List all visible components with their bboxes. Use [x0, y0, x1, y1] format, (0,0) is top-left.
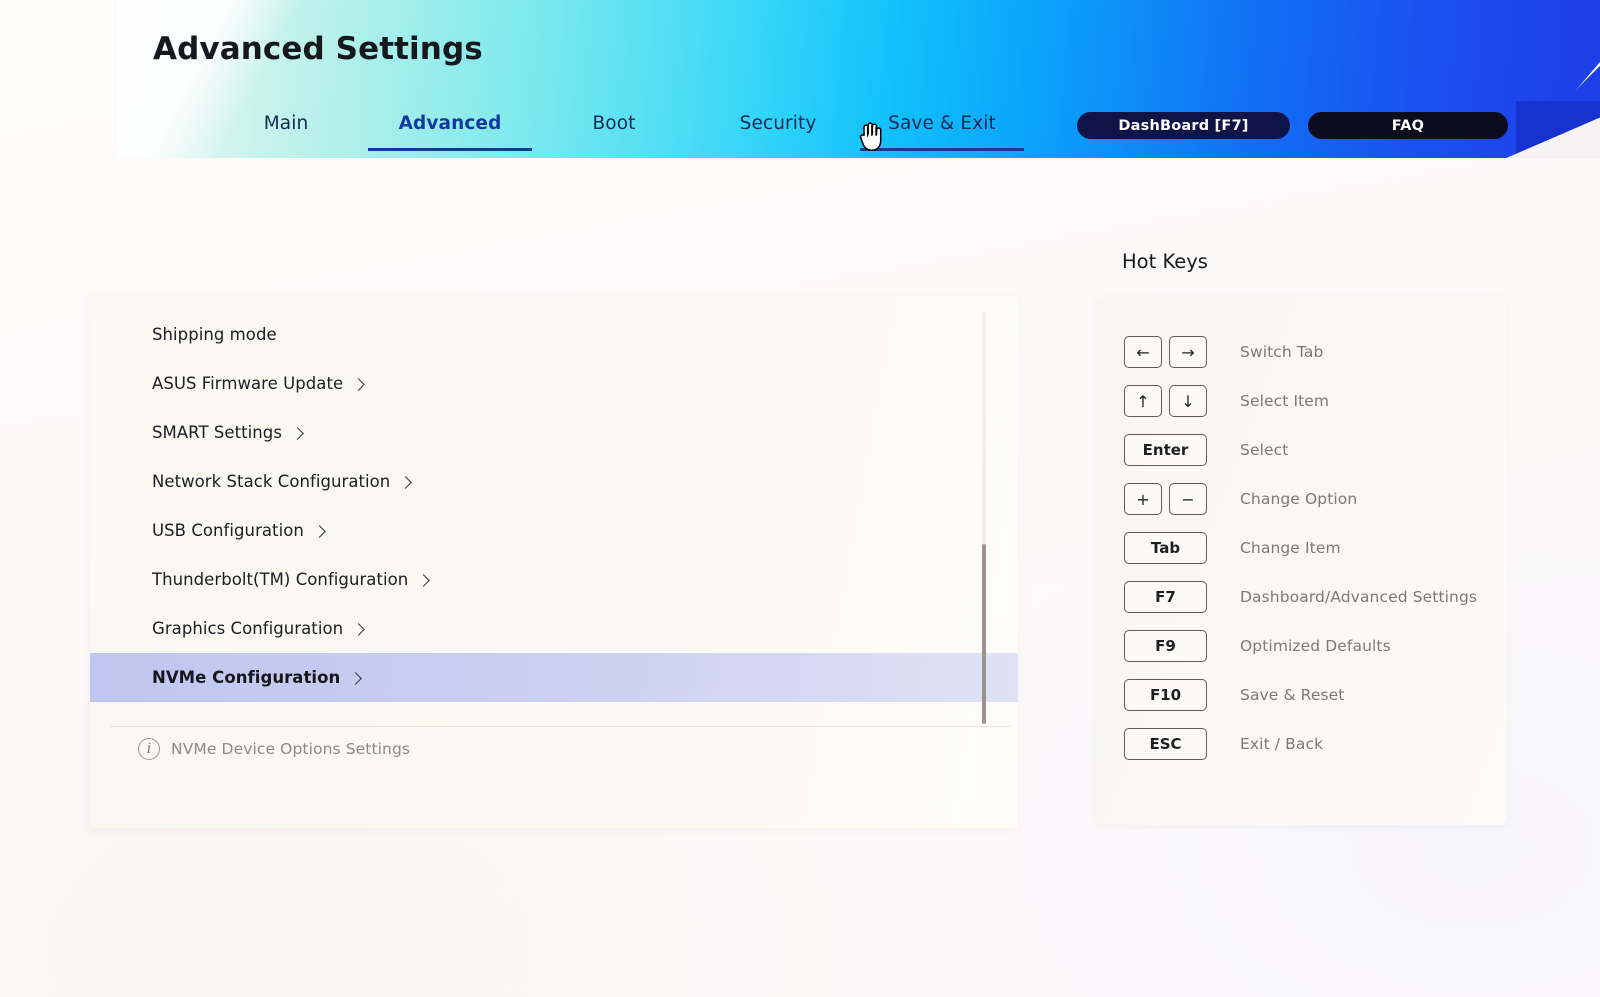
info-circle-icon: i: [138, 738, 160, 760]
menu-item-label: USB Configuration: [152, 521, 304, 540]
menu-item-thunderbolt-configuration[interactable]: Thunderbolt(TM) Configuration: [90, 555, 1018, 604]
tab-bar: Main Advanced Boot Security Save & Exit: [204, 104, 1024, 158]
chevron-right-icon: [349, 671, 362, 686]
faq-button-label: FAQ: [1391, 117, 1425, 134]
info-description: NVMe Device Options Settings: [171, 740, 411, 758]
hotkey-description: Dashboard/Advanced Settings: [1240, 588, 1478, 606]
key-f10[interactable]: F10: [1124, 679, 1207, 711]
menu-item-label: Graphics Configuration: [152, 619, 344, 638]
dashboard-button[interactable]: DashBoard [F7]: [1077, 112, 1290, 139]
menu-item-label: Shipping mode: [152, 325, 277, 344]
menu-item-smart-settings[interactable]: SMART Settings: [90, 408, 1018, 457]
hotkey-row-change-option: + − Change Option: [1124, 483, 1357, 515]
key-arrow-right[interactable]: →: [1169, 336, 1207, 368]
menu-item-graphics-configuration[interactable]: Graphics Configuration: [90, 604, 1018, 653]
page-title: Advanced Settings: [153, 31, 483, 67]
settings-menu-list: Shipping mode ASUS Firmware Update SMART…: [90, 310, 1018, 702]
hotkey-description: Change Option: [1240, 490, 1358, 508]
hotkey-description: Change Item: [1240, 539, 1341, 557]
info-separator: [110, 726, 1012, 727]
app-header: Advanced Settings Main Advanced Boot Sec…: [118, 0, 1600, 158]
hotkeys-title: Hot Keys: [1122, 250, 1208, 273]
menu-item-asus-firmware-update[interactable]: ASUS Firmware Update: [90, 359, 1018, 408]
tab-label: Main: [263, 113, 309, 134]
hotkey-row-select: Enter Select: [1124, 434, 1288, 466]
menu-item-label: ASUS Firmware Update: [152, 374, 344, 393]
menu-item-nvme-configuration[interactable]: NVMe Configuration: [90, 653, 1018, 702]
hotkey-description: Optimized Defaults: [1240, 637, 1391, 655]
hotkey-description: Exit / Back: [1240, 735, 1324, 753]
hotkey-row-switch-tab: ← → Switch Tab: [1124, 336, 1323, 368]
hotkey-description: Save & Reset: [1240, 686, 1345, 704]
tab-save-and-exit[interactable]: Save & Exit: [860, 104, 1024, 158]
hotkey-row-f7: F7 Dashboard/Advanced Settings: [1124, 581, 1477, 613]
hotkeys-panel: ← → Switch Tab ↑ ↓ Select Item Enter Sel…: [1095, 297, 1507, 825]
chevron-right-icon: [352, 622, 365, 637]
chevron-right-icon: [352, 377, 365, 392]
key-enter[interactable]: Enter: [1124, 434, 1207, 466]
hotkey-row-esc: ESC Exit / Back: [1124, 728, 1323, 760]
key-arrow-down[interactable]: ↓: [1169, 385, 1207, 417]
hotkey-row-f10: F10 Save & Reset: [1124, 679, 1345, 711]
list-scrollbar-thumb[interactable]: [982, 544, 986, 724]
hotkey-row-f9: F9 Optimized Defaults: [1124, 630, 1391, 662]
info-bar: i NVMe Device Options Settings: [138, 738, 410, 760]
menu-item-label: Thunderbolt(TM) Configuration: [152, 570, 409, 589]
key-minus[interactable]: −: [1169, 483, 1207, 515]
key-f9[interactable]: F9: [1124, 630, 1207, 662]
faq-button[interactable]: FAQ: [1308, 112, 1508, 139]
key-f7[interactable]: F7: [1124, 581, 1207, 613]
hotkey-description: Select: [1240, 441, 1289, 459]
menu-item-shipping-mode[interactable]: Shipping mode: [90, 310, 1018, 359]
tab-security[interactable]: Security: [696, 104, 860, 158]
key-esc[interactable]: ESC: [1124, 728, 1207, 760]
tab-label: Security: [739, 113, 817, 134]
hotkey-description: Select Item: [1240, 392, 1330, 410]
settings-list-panel: Shipping mode ASUS Firmware Update SMART…: [90, 296, 1018, 828]
menu-item-network-stack-configuration[interactable]: Network Stack Configuration: [90, 457, 1018, 506]
chevron-right-icon: [399, 475, 412, 490]
key-tab[interactable]: Tab: [1124, 532, 1207, 564]
dashboard-button-label: DashBoard [F7]: [1118, 117, 1249, 134]
chevron-right-icon: [313, 524, 326, 539]
tab-label: Advanced: [398, 113, 502, 134]
menu-item-label: SMART Settings: [152, 423, 282, 442]
chevron-right-icon: [291, 426, 304, 441]
hotkey-row-change-item: Tab Change Item: [1124, 532, 1341, 564]
tab-advanced[interactable]: Advanced: [368, 104, 532, 158]
menu-item-label: Network Stack Configuration: [152, 472, 391, 491]
hotkey-row-select-item: ↑ ↓ Select Item: [1124, 385, 1329, 417]
menu-item-usb-configuration[interactable]: USB Configuration: [90, 506, 1018, 555]
chevron-right-icon: [417, 573, 430, 588]
key-arrow-left[interactable]: ←: [1124, 336, 1162, 368]
hotkey-description: Switch Tab: [1240, 343, 1324, 361]
key-arrow-up[interactable]: ↑: [1124, 385, 1162, 417]
key-plus[interactable]: +: [1124, 483, 1162, 515]
tab-label: Save & Exit: [888, 113, 996, 134]
tab-boot[interactable]: Boot: [532, 104, 696, 158]
tab-label: Boot: [592, 113, 636, 134]
tab-main[interactable]: Main: [204, 104, 368, 158]
menu-item-label: NVMe Configuration: [152, 668, 341, 687]
